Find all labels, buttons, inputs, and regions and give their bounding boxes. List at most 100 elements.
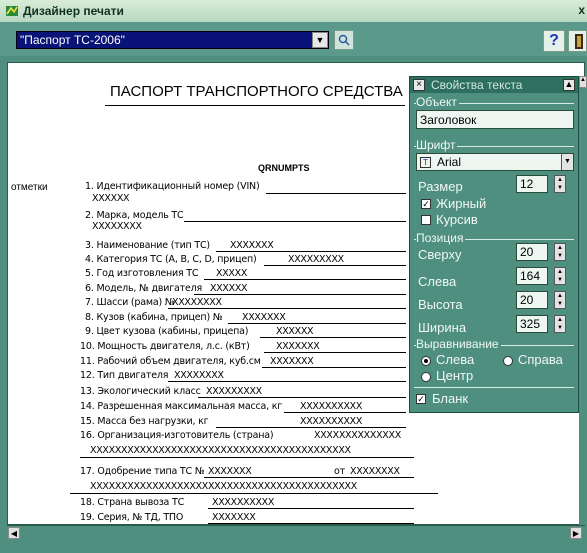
font-select[interactable]: T Arial ▼ bbox=[416, 153, 574, 171]
field-label[interactable]: 16. Организация-изготовитель (страна) bbox=[80, 430, 274, 441]
field-label[interactable]: 1. Идентификационный номер (VIN) bbox=[85, 181, 260, 192]
italic-label: Курсив bbox=[436, 212, 478, 227]
field-value[interactable]: XXXXXXXXXX bbox=[300, 401, 362, 412]
field-label[interactable]: 14. Разрешенная максимальная масса, кг bbox=[80, 401, 282, 412]
field-label[interactable]: 19. Серия, № ТД, ТПО bbox=[80, 512, 183, 523]
vertical-scrollbar[interactable]: ▲ bbox=[579, 76, 587, 525]
align-left-label: Слева bbox=[436, 352, 475, 367]
font-type-icon: T bbox=[420, 156, 431, 168]
field-underline bbox=[264, 265, 406, 266]
help-icon: ? bbox=[549, 32, 559, 49]
field-label[interactable]: 11. Рабочий объем двигателя, куб.см bbox=[80, 356, 261, 367]
field-value[interactable]: XXXXXXX bbox=[208, 466, 252, 477]
field-value[interactable]: XXXXXXXX bbox=[172, 297, 222, 308]
field-from-label[interactable]: от bbox=[334, 466, 345, 477]
field-from-value[interactable]: XXXXXXXX bbox=[350, 466, 400, 477]
object-group-label: Объект bbox=[416, 95, 459, 109]
document-title[interactable]: ПАСПОРТ ТРАНСПОРТНОГО СРЕДСТВА bbox=[110, 83, 403, 100]
width-input[interactable]: 325 bbox=[516, 315, 548, 333]
marks-label[interactable]: отметки bbox=[11, 182, 48, 193]
field-value[interactable]: XXXXXXX bbox=[230, 240, 274, 251]
field-label[interactable]: 12. Тип двигателя bbox=[80, 370, 168, 381]
field-label[interactable]: 18. Страна вывоза ТС bbox=[80, 497, 184, 508]
bold-label: Жирный bbox=[436, 196, 487, 211]
field-label[interactable]: 17. Одобрение типа ТС № bbox=[80, 466, 205, 477]
height-input[interactable]: 20 bbox=[516, 291, 548, 309]
width-stepper[interactable]: ▲ ▼ bbox=[554, 315, 566, 333]
left-input[interactable]: 164 bbox=[516, 267, 548, 285]
title-bar: Дизайнер печати x bbox=[0, 0, 587, 22]
field-label[interactable]: 9. Цвет кузова (кабины, прицепа) bbox=[85, 326, 248, 337]
horizontal-scrollbar[interactable]: ◀ ▶ bbox=[7, 525, 585, 539]
scroll-left-icon[interactable]: ◀ bbox=[8, 527, 20, 539]
field-value-line2[interactable]: XXXXXXXXXXXXXXXXXXXXXXXXXXXXXXXXXXXXXXXX… bbox=[90, 481, 357, 492]
blank-checkbox[interactable]: ✓ bbox=[416, 394, 426, 404]
field-value-line2[interactable]: XXXXXXXXXXXXXXXXXXXXXXXXXXXXXXXXXXXXXXXX… bbox=[90, 445, 351, 456]
field-value[interactable]: XXXXXXXX bbox=[174, 370, 224, 381]
field-label[interactable]: 2. Марка, модель ТС bbox=[85, 210, 184, 221]
field-value[interactable]: XXXXXXXXXX bbox=[300, 416, 362, 427]
field-value[interactable]: XXXXXXX bbox=[270, 356, 314, 367]
field-underline bbox=[264, 352, 406, 353]
field-underline bbox=[216, 427, 406, 428]
field-value[interactable]: XXXXXXXXXXXXXX bbox=[314, 430, 401, 441]
field-label[interactable]: 6. Модель, № двигателя bbox=[85, 283, 202, 294]
field-underline bbox=[228, 323, 406, 324]
panel-close-icon[interactable]: × bbox=[413, 79, 425, 91]
align-right-label: Справа bbox=[518, 352, 563, 367]
text-properties-panel: × Свойства текста ▲ Объект Заголовок Шри… bbox=[409, 76, 579, 413]
field-underline bbox=[70, 493, 438, 494]
field-underline bbox=[198, 397, 406, 398]
field-label[interactable]: 7. Шасси (рама) № bbox=[85, 297, 175, 308]
close-icon[interactable]: x bbox=[578, 3, 585, 17]
field-value[interactable]: XXXXXXXXX bbox=[206, 386, 262, 397]
help-button[interactable]: ? bbox=[543, 30, 565, 52]
width-label: Ширина bbox=[418, 320, 467, 335]
field-value[interactable]: XXXXXXX bbox=[212, 512, 256, 523]
blank-label: Бланк bbox=[432, 391, 469, 406]
field-label[interactable]: 3. Наименование (тип ТС) bbox=[85, 240, 210, 251]
field-label[interactable]: 8. Кузов (кабина, прицеп) № bbox=[85, 312, 223, 323]
align-right-radio[interactable] bbox=[503, 356, 513, 366]
scroll-up-icon[interactable]: ▲ bbox=[579, 76, 587, 88]
height-stepper[interactable]: ▲ ▼ bbox=[554, 291, 566, 309]
align-left-radio[interactable] bbox=[421, 356, 431, 366]
field-value[interactable]: XXXXXX bbox=[210, 283, 248, 294]
field-value[interactable]: XXXXXXX bbox=[242, 312, 286, 323]
left-stepper[interactable]: ▲ ▼ bbox=[554, 267, 566, 285]
field-value[interactable]: XXXXXX bbox=[276, 326, 314, 337]
height-label: Высота bbox=[418, 297, 463, 312]
field-value[interactable]: XXXXXXX bbox=[276, 341, 320, 352]
chevron-down-icon[interactable]: ▼ bbox=[312, 32, 328, 48]
italic-checkbox[interactable] bbox=[421, 215, 431, 225]
panel-minimize-icon[interactable]: ▲ bbox=[563, 79, 575, 91]
field-value[interactable]: XXXXX bbox=[216, 268, 247, 279]
top-input[interactable]: 20 bbox=[516, 243, 548, 261]
object-name-input[interactable]: Заголовок bbox=[416, 110, 574, 129]
field-value[interactable]: XXXXXXXX bbox=[92, 221, 142, 232]
barcode-placeholder[interactable]: QRNUMPTS bbox=[258, 163, 310, 173]
font-size-stepper[interactable]: ▲ ▼ bbox=[554, 175, 566, 193]
font-group-label: Шрифт bbox=[416, 138, 458, 152]
font-select-value: Arial bbox=[437, 155, 462, 169]
exit-button[interactable] bbox=[568, 30, 587, 52]
top-stepper[interactable]: ▲ ▼ bbox=[554, 243, 566, 261]
field-label[interactable]: 10. Мощность двигателя, л.с. (кВт) bbox=[80, 341, 250, 352]
field-value[interactable]: XXXXXXXXX bbox=[288, 254, 344, 265]
field-label[interactable]: 4. Категория ТС (A, B, C, D, прицеп) bbox=[85, 254, 257, 265]
template-select[interactable]: "Паспорт ТС-2006" ▼ bbox=[16, 31, 329, 49]
blank-divider bbox=[414, 387, 574, 388]
field-label[interactable]: 13. Экологический класс bbox=[80, 386, 201, 397]
field-value[interactable]: XXXXXX bbox=[92, 193, 130, 204]
field-label[interactable]: 15. Масса без нагрузки, кг bbox=[80, 416, 209, 427]
font-size-input[interactable]: 12 bbox=[516, 175, 548, 193]
chevron-down-icon[interactable]: ▼ bbox=[561, 154, 573, 170]
align-center-radio[interactable] bbox=[421, 372, 431, 382]
field-label[interactable]: 5. Год изготовления ТС bbox=[85, 268, 199, 279]
search-button[interactable] bbox=[334, 30, 354, 50]
field-value[interactable]: XXXXXXXXXX bbox=[212, 497, 274, 508]
bold-checkbox[interactable]: ✓ bbox=[421, 199, 431, 209]
template-select-value: "Паспорт ТС-2006" bbox=[20, 33, 125, 47]
window-title: Дизайнер печати bbox=[23, 4, 124, 18]
scroll-right-icon[interactable]: ▶ bbox=[570, 527, 582, 539]
